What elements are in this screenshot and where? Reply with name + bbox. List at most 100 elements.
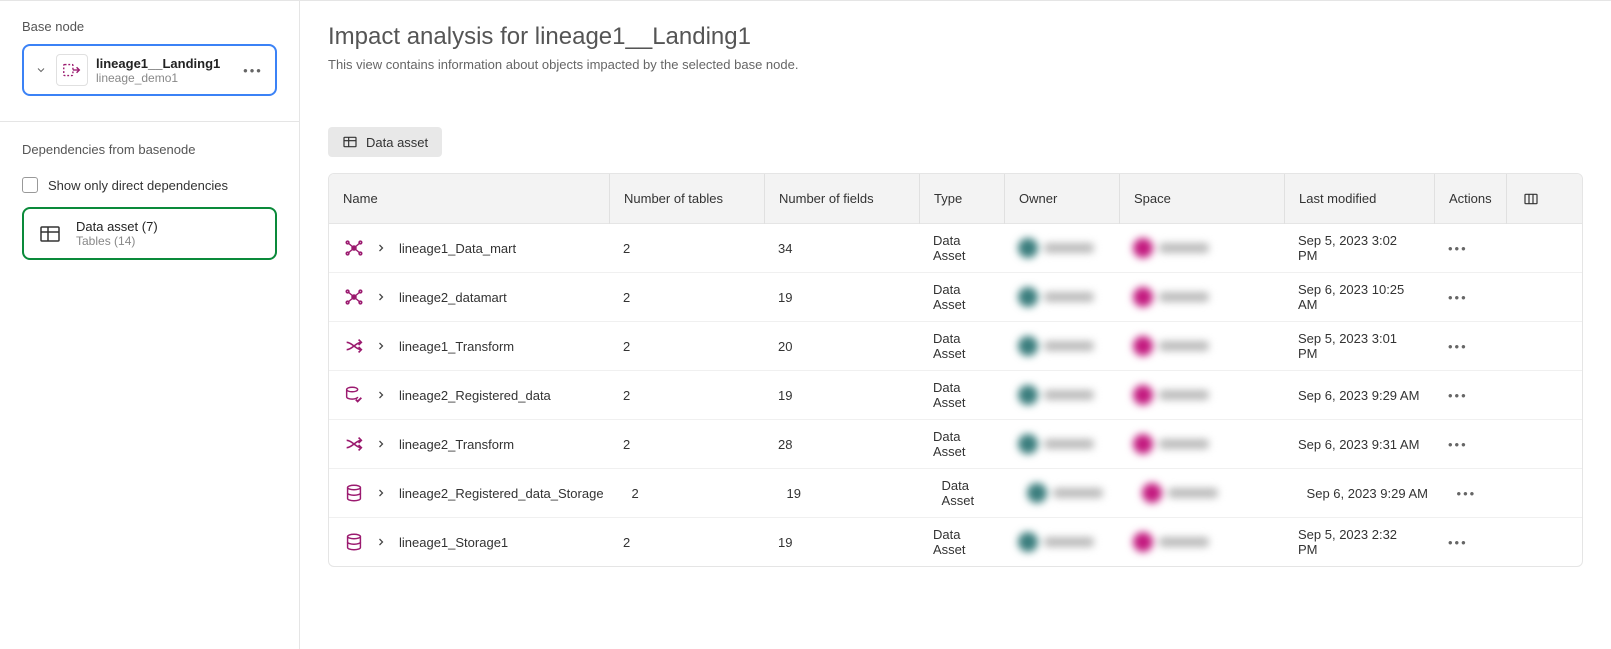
row-name: lineage1_Storage1 [399,535,508,550]
row-type: Data Asset [933,429,990,459]
row-actions-button[interactable]: ••• [1448,437,1468,452]
row-actions-button[interactable]: ••• [1448,535,1468,550]
dependencies-section-label: Dependencies from basenode [22,142,277,157]
row-fields: 28 [778,437,792,452]
data-asset-filter-chip[interactable]: Data asset [328,127,442,157]
col-header-type[interactable]: Type [919,174,1004,224]
col-header-tables[interactable]: Number of tables [609,174,764,224]
row-modified: Sep 5, 2023 3:02 PM [1298,233,1420,263]
row-owner-redacted [1018,532,1094,552]
col-header-name[interactable]: Name [329,174,609,224]
row-owner-redacted [1018,287,1094,307]
impact-table: Name Number of tables Number of fields T… [328,173,1583,567]
row-fields: 19 [787,486,801,501]
row-owner-redacted [1018,385,1094,405]
direct-dependencies-checkbox[interactable]: Show only direct dependencies [22,177,277,193]
row-modified: Sep 5, 2023 2:32 PM [1298,527,1420,557]
row-type: Data Asset [933,380,990,410]
row-actions-button[interactable]: ••• [1457,486,1477,501]
row-space-redacted [1133,287,1209,307]
table-header: Name Number of tables Number of fields T… [329,174,1582,224]
table-icon [342,134,358,150]
row-modified: Sep 5, 2023 3:01 PM [1298,331,1420,361]
row-modified: Sep 6, 2023 9:29 AM [1307,486,1428,501]
chevron-right-icon[interactable] [375,290,389,304]
row-type: Data Asset [933,331,990,361]
column-settings-button[interactable] [1506,174,1556,224]
data-asset-dependency-card[interactable]: Data asset (7) Tables (14) [22,207,277,260]
row-fields: 20 [778,339,792,354]
row-type: Data Asset [933,282,990,312]
chevron-right-icon[interactable] [375,535,389,549]
row-tables: 2 [623,535,630,550]
row-modified: Sep 6, 2023 9:31 AM [1298,437,1419,452]
row-space-redacted [1133,336,1209,356]
col-header-fields[interactable]: Number of fields [764,174,919,224]
chevron-right-icon[interactable] [375,388,389,402]
col-header-space[interactable]: Space [1119,174,1284,224]
transform-icon [343,433,365,455]
page-title: Impact analysis for lineage1__Landing1 [328,23,1583,51]
table-row[interactable]: lineage1_Transform 2 20 Data Asset Sep 5… [329,322,1582,371]
chevron-right-icon[interactable] [375,241,389,255]
row-name: lineage2_datamart [399,290,507,305]
col-header-actions: Actions [1434,174,1506,224]
chevron-right-icon[interactable] [375,437,389,451]
basenode-more-button[interactable]: ••• [241,58,265,82]
basenode-subtitle: lineage_demo1 [96,71,233,85]
dependency-text: Data asset (7) Tables (14) [76,219,158,248]
row-type: Data Asset [942,478,999,508]
table-icon [36,220,64,248]
row-tables: 2 [623,437,630,452]
row-name: lineage1_Data_mart [399,241,516,256]
row-modified: Sep 6, 2023 9:29 AM [1298,388,1419,403]
basenode-text: lineage1__Landing1 lineage_demo1 [96,56,233,85]
table-row[interactable]: lineage2_Registered_data_Storage 2 19 Da… [329,469,1582,518]
row-space-redacted [1142,483,1218,503]
basenode-card[interactable]: lineage1__Landing1 lineage_demo1 ••• [22,44,277,96]
mart-icon [343,237,365,259]
row-name: lineage1_Transform [399,339,514,354]
row-fields: 19 [778,290,792,305]
chevron-down-icon[interactable] [34,63,48,77]
main-content: Impact analysis for lineage1__Landing1 T… [300,1,1611,649]
row-owner-redacted [1018,336,1094,356]
row-actions-button[interactable]: ••• [1448,339,1468,354]
row-fields: 19 [778,535,792,550]
checkbox-label: Show only direct dependencies [48,178,228,193]
row-owner-redacted [1018,434,1094,454]
row-type: Data Asset [933,233,990,263]
col-header-owner[interactable]: Owner [1004,174,1119,224]
col-header-modified[interactable]: Last modified [1284,174,1434,224]
basenode-section-label: Base node [22,19,277,34]
row-name: lineage2_Registered_data [399,388,551,403]
page-subtitle: This view contains information about obj… [328,57,1583,72]
table-row[interactable]: lineage1_Storage1 2 19 Data Asset Sep 5,… [329,518,1582,566]
row-owner-redacted [1027,483,1103,503]
sidebar: Base node lineage1__Landing1 lineage_dem… [0,1,300,649]
table-row[interactable]: lineage2_datamart 2 19 Data Asset Sep 6,… [329,273,1582,322]
row-tables: 2 [623,339,630,354]
mart-icon [343,286,365,308]
row-tables: 2 [623,388,630,403]
sidebar-divider [0,121,299,122]
table-row[interactable]: lineage2_Transform 2 28 Data Asset Sep 6… [329,420,1582,469]
chevron-right-icon[interactable] [375,486,389,500]
table-body: lineage1_Data_mart 2 34 Data Asset Sep 5… [329,224,1582,566]
chevron-right-icon[interactable] [375,339,389,353]
storage-icon [343,531,365,553]
checkbox-icon [22,177,38,193]
row-actions-button[interactable]: ••• [1448,290,1468,305]
row-actions-button[interactable]: ••• [1448,241,1468,256]
dependency-title: Data asset (7) [76,219,158,234]
table-row[interactable]: lineage1_Data_mart 2 34 Data Asset Sep 5… [329,224,1582,273]
row-space-redacted [1133,385,1209,405]
row-owner-redacted [1018,238,1094,258]
dependency-subtitle: Tables (14) [76,234,158,248]
row-name: lineage2_Transform [399,437,514,452]
row-actions-button[interactable]: ••• [1448,388,1468,403]
row-fields: 34 [778,241,792,256]
row-modified: Sep 6, 2023 10:25 AM [1298,282,1420,312]
row-tables: 2 [632,486,639,501]
table-row[interactable]: lineage2_Registered_data 2 19 Data Asset… [329,371,1582,420]
